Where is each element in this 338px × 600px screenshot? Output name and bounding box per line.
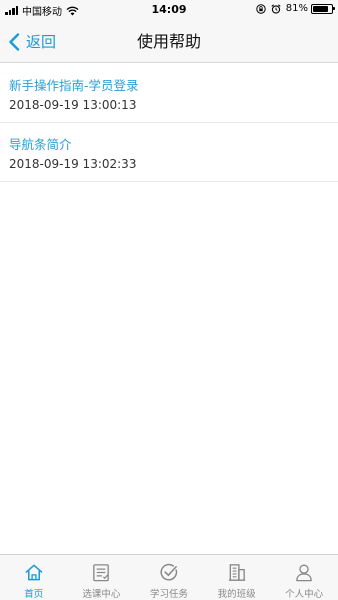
battery-icon xyxy=(311,3,335,14)
tab-label: 个人中心 xyxy=(285,589,324,600)
back-label: 返回 xyxy=(26,33,57,51)
help-item-title: 导航条简介 xyxy=(9,137,72,152)
tab-home[interactable]: 首页 xyxy=(0,555,68,600)
help-item-timestamp: 2018-09-19 13:00:13 xyxy=(9,98,137,112)
tab-personal-center[interactable]: 个人中心 xyxy=(270,555,338,600)
tab-label: 首页 xyxy=(24,589,44,600)
tab-label: 选课中心 xyxy=(82,589,121,600)
alarm-icon xyxy=(271,3,281,14)
tab-label: 我的班级 xyxy=(217,589,256,600)
back-button[interactable]: 返回 xyxy=(8,20,56,63)
tab-my-class[interactable]: 我的班级 xyxy=(203,555,271,600)
course-list-icon xyxy=(93,564,110,582)
battery-percent: 81% xyxy=(285,3,308,14)
tab-course-center[interactable]: 选课中心 xyxy=(68,555,136,600)
tab-bar: 首页 选课中心 学习任务 我的班级 个人中心 xyxy=(0,554,338,600)
help-item-navbar-intro[interactable]: 导航条简介 2018-09-19 13:02:33 xyxy=(0,123,338,182)
help-item-beginner-guide[interactable]: 新手操作指南-学员登录 2018-09-19 13:00:13 xyxy=(0,64,338,123)
help-list: 新手操作指南-学员登录 2018-09-19 13:00:13 导航条简介 20… xyxy=(0,64,338,182)
class-building-icon xyxy=(228,564,245,581)
status-right: 81% xyxy=(256,3,335,14)
tab-study-tasks[interactable]: 学习任务 xyxy=(135,555,203,600)
status-bar: 中国移动 14:09 81% xyxy=(0,0,338,20)
home-icon xyxy=(25,564,43,581)
orientation-lock-icon xyxy=(256,3,266,14)
help-item-title: 新手操作指南-学员登录 xyxy=(9,78,139,93)
help-item-timestamp: 2018-09-19 13:02:33 xyxy=(9,157,137,171)
chevron-left-icon xyxy=(9,32,20,51)
tab-label: 学习任务 xyxy=(149,589,188,600)
check-circle-icon xyxy=(160,563,178,581)
nav-bar: 返回 使用帮助 xyxy=(0,20,338,63)
person-icon xyxy=(296,564,312,582)
battery-fill xyxy=(313,5,328,12)
